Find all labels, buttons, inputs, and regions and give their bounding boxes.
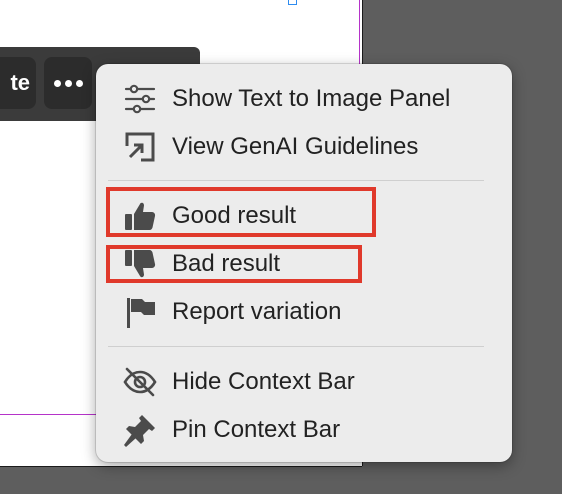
context-bar-action-button[interactable]: te (0, 57, 36, 109)
menu-item-label: Pin Context Bar (172, 416, 341, 443)
menu-item-hide-context-bar[interactable]: Hide Context Bar (96, 360, 512, 404)
sliders-icon (122, 81, 158, 117)
selection-handle[interactable] (288, 0, 297, 5)
menu-divider (108, 180, 484, 181)
menu-divider (108, 346, 484, 347)
more-options-button[interactable] (44, 57, 92, 109)
menu-item-show-text-to-image-panel[interactable]: Show Text to Image Panel (96, 77, 512, 121)
menu-item-view-genai-guidelines[interactable]: View GenAI Guidelines (96, 125, 512, 169)
more-horizontal-icon (53, 79, 83, 87)
bad-result-highlight (106, 245, 362, 283)
context-menu: Show Text to Image Panel View GenAI Guid… (96, 64, 512, 462)
menu-item-pin-context-bar[interactable]: Pin Context Bar (96, 408, 512, 452)
good-result-highlight (106, 187, 376, 237)
pin-icon (122, 412, 158, 448)
menu-item-label: Show Text to Image Panel (172, 85, 451, 112)
menu-item-label: Report variation (172, 298, 342, 325)
eye-off-icon (122, 364, 158, 400)
menu-item-label: View GenAI Guidelines (172, 133, 419, 160)
flag-icon (122, 294, 158, 330)
menu-item-label: Hide Context Bar (172, 368, 355, 395)
open-external-icon (122, 129, 158, 165)
menu-item-report-variation[interactable]: Report variation (96, 290, 512, 334)
